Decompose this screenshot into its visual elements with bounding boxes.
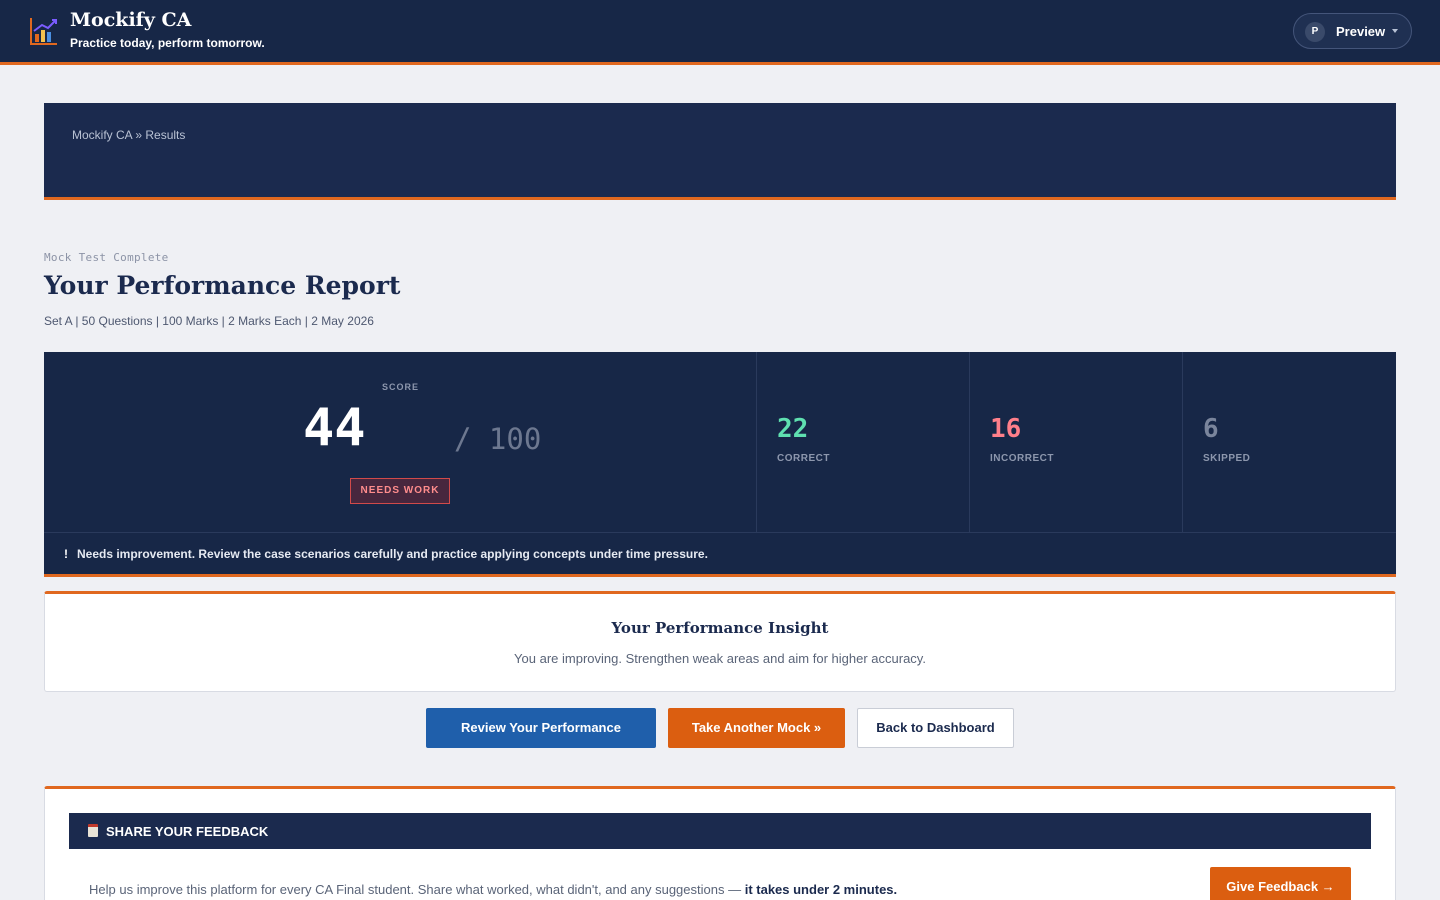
brand-title[interactable]: Mockify CA xyxy=(70,9,191,31)
score-label: SCORE xyxy=(381,382,419,392)
score-value: 44 xyxy=(303,398,366,458)
feedback-header: SHARE YOUR FEEDBACK xyxy=(69,813,1371,849)
stat-skipped-value: 6 xyxy=(1203,414,1219,444)
stat-incorrect-label: INCORRECT xyxy=(990,453,1054,464)
brand-tagline: Practice today, perform tomorrow. xyxy=(70,36,265,50)
user-menu-button[interactable]: P Preview xyxy=(1293,13,1412,49)
take-another-mock-button[interactable]: Take Another Mock » xyxy=(668,708,845,748)
stat-correct: 22 CORRECT xyxy=(757,352,970,532)
score-panel: SCORE 44 / 100 NEEDS WORK 22 CORRECT 16 … xyxy=(44,352,1396,577)
insight-text: You are improving. Strengthen weak areas… xyxy=(514,651,926,666)
clipboard-icon xyxy=(88,824,98,837)
status-badge: NEEDS WORK xyxy=(350,478,450,504)
score-total: / 100 xyxy=(454,422,542,456)
stat-correct-value: 22 xyxy=(777,414,809,444)
report-meta: Set A | 50 Questions | 100 Marks | 2 Mar… xyxy=(44,314,374,328)
page-title: Your Performance Report xyxy=(44,271,401,300)
bar-chart-icon[interactable] xyxy=(28,15,60,47)
insight-title: Your Performance Insight xyxy=(611,619,829,637)
top-navbar: Mockify CA Practice today, perform tomor… xyxy=(0,0,1440,65)
back-to-dashboard-button[interactable]: Back to Dashboard xyxy=(857,708,1014,748)
feedback-text: Help us improve this platform for every … xyxy=(89,882,745,897)
avatar: P xyxy=(1305,22,1325,42)
stat-incorrect-value: 16 xyxy=(990,414,1022,444)
give-feedback-button[interactable]: Give Feedback → xyxy=(1210,867,1351,900)
alert-icon: ! xyxy=(64,547,68,561)
stat-skipped-label: SKIPPED xyxy=(1203,453,1251,464)
performance-note-text: Needs improvement. Review the case scena… xyxy=(77,547,708,561)
feedback-title: SHARE YOUR FEEDBACK xyxy=(106,824,269,839)
breadcrumb-banner: Mockify CA » Results xyxy=(44,103,1396,200)
review-performance-button[interactable]: Review Your Performance xyxy=(426,708,656,748)
chevron-down-icon xyxy=(1392,29,1398,33)
breadcrumb[interactable]: Mockify CA » Results xyxy=(72,128,185,142)
feedback-description: Help us improve this platform for every … xyxy=(89,882,897,897)
score-summary: SCORE 44 / 100 NEEDS WORK xyxy=(44,352,757,532)
report-eyebrow: Mock Test Complete xyxy=(44,251,169,264)
stat-skipped: 6 SKIPPED xyxy=(1183,352,1396,532)
user-name: Preview xyxy=(1336,24,1386,39)
insight-card: Your Performance Insight You are improvi… xyxy=(44,591,1396,692)
stat-incorrect: 16 INCORRECT xyxy=(970,352,1183,532)
stat-correct-label: CORRECT xyxy=(777,453,830,464)
feedback-card: SHARE YOUR FEEDBACK Help us improve this… xyxy=(44,786,1396,900)
feedback-text-strong: it takes under 2 minutes. xyxy=(744,882,898,897)
performance-note: ! Needs improvement. Review the case sce… xyxy=(44,532,1396,574)
